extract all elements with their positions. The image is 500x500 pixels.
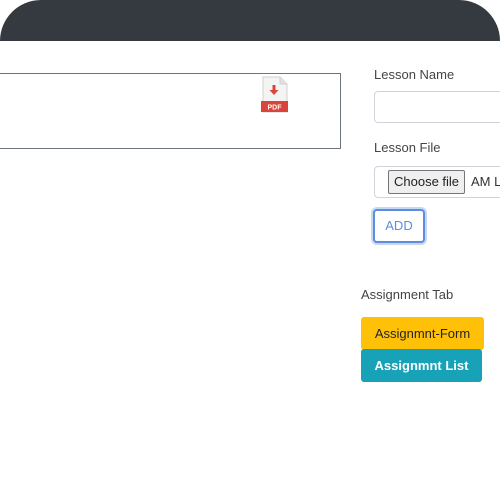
choose-file-button[interactable]: Choose file [388, 170, 466, 194]
pdf-file-icon[interactable]: PDF [261, 76, 289, 114]
window-frame-top [0, 0, 500, 41]
assignment-list-button[interactable]: Assignmnt List [361, 349, 482, 382]
assignment-tab-label: Assignment Tab [361, 287, 454, 302]
assignment-form-button[interactable]: Assignmnt-Form [361, 317, 484, 350]
pdf-badge-text: PDF [268, 105, 283, 112]
add-lesson-button[interactable]: ADD [373, 209, 425, 243]
lesson-content-card: PDF [0, 73, 341, 149]
lesson-name-label: Lesson Name [374, 67, 455, 82]
selected-file-name: AM L [471, 174, 500, 189]
lesson-name-input[interactable] [374, 91, 500, 123]
lesson-file-input[interactable]: Choose file AM L [374, 166, 500, 198]
lesson-file-label: Lesson File [374, 140, 441, 155]
